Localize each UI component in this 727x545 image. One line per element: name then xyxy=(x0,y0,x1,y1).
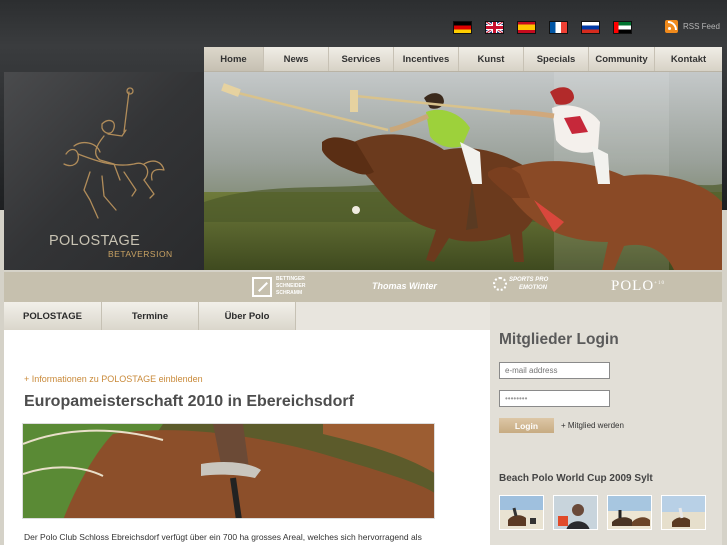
tab-ueber-polo[interactable]: Über Polo xyxy=(199,302,296,330)
main-content: + Informationen zu POLOSTAGE einblenden … xyxy=(4,330,490,545)
polo-match-photo xyxy=(204,72,722,270)
nav-item-news[interactable]: News xyxy=(264,47,329,71)
flag-ru-icon[interactable] xyxy=(581,21,600,34)
rss-icon xyxy=(665,20,678,33)
gallery-thumb[interactable] xyxy=(553,495,598,530)
bss-line-3: SCHRAMM xyxy=(276,290,303,296)
rss-feed-link[interactable]: RSS Feed xyxy=(665,20,720,33)
nav-item-community[interactable]: Community xyxy=(589,47,655,71)
email-field[interactable] xyxy=(499,362,610,379)
flag-ae-icon[interactable] xyxy=(613,21,632,34)
bss-logo-icon xyxy=(252,276,272,297)
logo-tagline: BETAVERSION xyxy=(108,249,173,259)
bss-line-1: BETTINGER xyxy=(276,276,305,282)
sports-pro-logo-icon xyxy=(493,277,507,291)
gallery-thumb[interactable] xyxy=(499,495,544,530)
gallery-thumbnails xyxy=(499,495,706,530)
gallery-thumb[interactable] xyxy=(661,495,706,530)
polo-horses-closeup-photo xyxy=(23,424,434,518)
article-image[interactable] xyxy=(22,423,435,519)
flag-de-icon[interactable] xyxy=(453,21,472,34)
flag-fr-icon[interactable] xyxy=(549,21,568,34)
sports-pro-line-2: EMOTION xyxy=(519,285,547,291)
polo-sponsor-text: POLO xyxy=(611,278,655,294)
sponsor-bar: BETTINGER SCHNEIDER SCHRAMM Thomas Winte… xyxy=(4,272,722,302)
nav-item-kontakt[interactable]: Kontakt xyxy=(655,47,722,71)
logo-wordmark: POLOSTAGE xyxy=(49,233,141,249)
login-button[interactable]: Login xyxy=(499,418,554,433)
nav-item-kunst[interactable]: Kunst xyxy=(459,47,524,71)
language-selector xyxy=(453,21,632,34)
logo[interactable]: POLOSTAGE BETAVERSION xyxy=(4,72,204,270)
nav-item-home[interactable]: Home xyxy=(204,47,264,71)
polo-sponsor-sup: +10 xyxy=(654,281,665,286)
register-link[interactable]: + Mitglied werden xyxy=(561,421,624,430)
password-field[interactable] xyxy=(499,390,610,407)
gallery-thumb[interactable] xyxy=(607,495,652,530)
sponsor-polo-plus10[interactable]: POLO+10 xyxy=(611,278,665,295)
polo-player-logo-icon xyxy=(63,87,165,219)
gallery-title[interactable]: Beach Polo World Cup 2009 Sylt xyxy=(499,473,653,484)
article-headline[interactable]: Europameisterschaft 2010 in Ebereichsdor… xyxy=(24,393,354,411)
content-tabs: POLOSTAGE Termine Über Polo xyxy=(4,302,490,330)
sponsor-thomas-winter[interactable]: Thomas Winter xyxy=(372,281,437,291)
login-title: Mitglieder Login xyxy=(499,331,619,348)
sports-pro-line-1: SPORTS PRO xyxy=(509,277,549,283)
hero-image xyxy=(204,72,722,270)
flag-es-icon[interactable] xyxy=(517,21,536,34)
sponsor-bettinger-schneider-schramm[interactable]: BETTINGER SCHNEIDER SCHRAMM xyxy=(252,276,305,297)
sidebar: Mitglieder Login Login + Mitglied werden… xyxy=(490,302,722,545)
tab-termine[interactable]: Termine xyxy=(102,302,199,330)
rss-label: RSS Feed xyxy=(683,22,720,31)
nav-item-incentives[interactable]: Incentives xyxy=(394,47,459,71)
nav-item-specials[interactable]: Specials xyxy=(524,47,589,71)
article-teaser: Der Polo Club Schloss Ebreichsdorf verfü… xyxy=(24,532,422,542)
flag-uk-icon[interactable] xyxy=(485,21,504,34)
sponsor-sports-pro-emotion[interactable]: SPORTS PRO EMOTION xyxy=(493,276,548,292)
nav-item-services[interactable]: Services xyxy=(329,47,394,71)
tab-polostage[interactable]: POLOSTAGE xyxy=(4,302,102,330)
top-bar: RSS Feed xyxy=(0,0,727,46)
info-toggle-link[interactable]: + Informationen zu POLOSTAGE einblenden xyxy=(24,374,203,384)
main-nav: Home News Services Incentives Kunst Spec… xyxy=(204,47,722,72)
bss-line-2: SCHNEIDER xyxy=(276,283,306,289)
